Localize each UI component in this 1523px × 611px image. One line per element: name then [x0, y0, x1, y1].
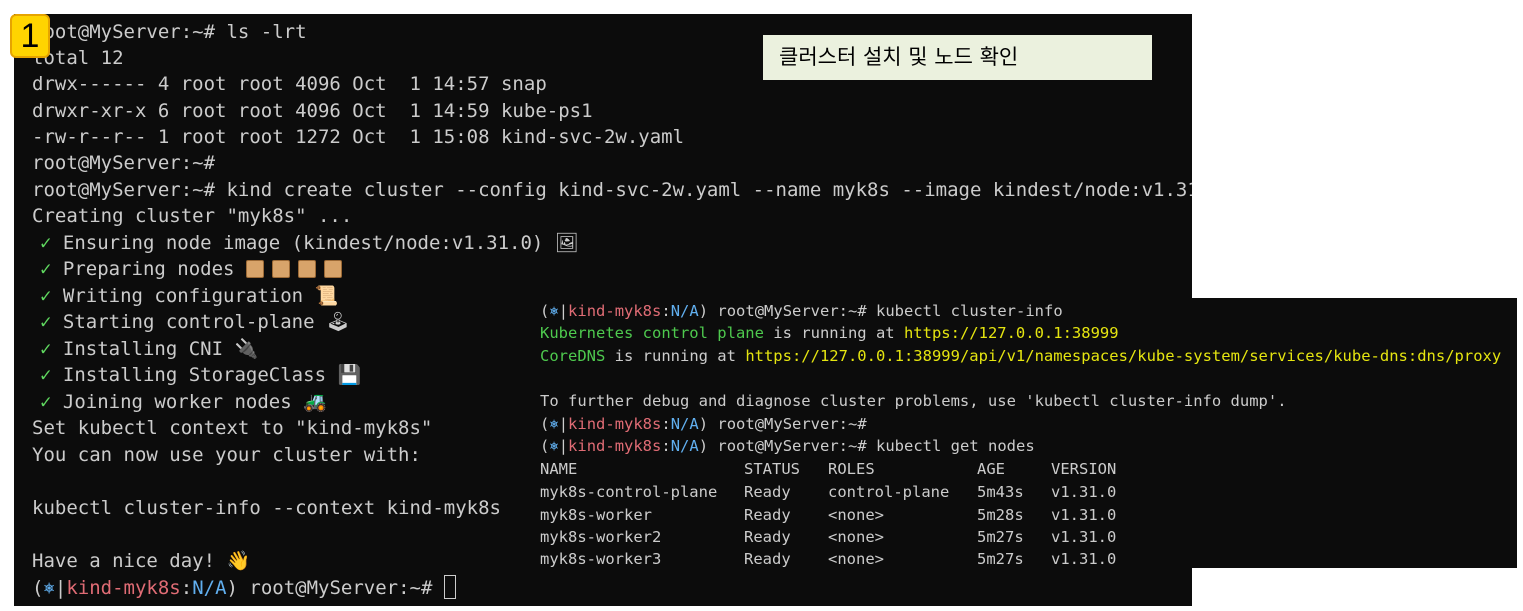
- floppy-disk-icon: 💾: [337, 364, 362, 386]
- terminal-line: Have a nice day! 👋: [32, 548, 250, 574]
- step-line: ✓ Writing configuration 📜: [40, 283, 338, 309]
- terminal-line: To further debug and diagnose cluster pr…: [540, 392, 1287, 410]
- command-text: kubectl cluster-info: [866, 302, 1063, 320]
- terminal-line: Creating cluster "myk8s" ...: [32, 205, 353, 227]
- terminal-line: root@MyServer:~# ls -lrt: [32, 21, 307, 43]
- terminal-line: root@MyServer:~#: [32, 152, 216, 174]
- kube-context: kind-myk8s: [568, 302, 662, 320]
- step-text: Installing StorageClass: [62, 364, 327, 386]
- kube-context: kind-myk8s: [568, 437, 662, 455]
- table-row: myk8s-control-plane Ready control-plane 5m4…: [540, 483, 1117, 501]
- check-icon: ✓: [40, 391, 52, 413]
- step-text: Ensuring node image (kindest/node:v1.31.…: [62, 232, 544, 254]
- kubernetes-icon: ⎈: [43, 577, 55, 599]
- joystick-icon: 🕹: [326, 311, 351, 333]
- waving-hand-icon: 👋: [226, 550, 251, 572]
- kube-context: kind-myk8s: [66, 577, 181, 599]
- terminal-line: kubectl cluster-info --context kind-myk8…: [32, 497, 501, 519]
- image-icon: 🖼: [554, 232, 579, 254]
- package-icon: [297, 260, 316, 278]
- terminal-window-overlay[interactable]: (⎈|kind-myk8s:N/A) root@MyServer:~# kube…: [529, 298, 1517, 568]
- terminal-line: drwx------ 4 root root 4096 Oct 1 14:57 …: [32, 73, 547, 95]
- step-line: ✓ Starting control-plane 🕹: [40, 309, 350, 335]
- check-icon: ✓: [40, 338, 52, 360]
- tractor-icon: 🚜: [303, 391, 327, 413]
- table-row: myk8s-worker3 Ready <none> 5m27s v1.31.0: [540, 550, 1117, 568]
- check-icon: ✓: [40, 364, 52, 386]
- shell-prompt: (⎈|kind-myk8s:N/A) root@MyServer:~# kube…: [540, 437, 1035, 455]
- terminal-line: You can now use your cluster with:: [32, 444, 421, 466]
- table-row: myk8s-worker2 Ready <none> 5m27s v1.31.0: [540, 528, 1117, 546]
- url-text: https://127.0.0.1:38999/api/v1/namespace…: [745, 347, 1502, 365]
- kube-namespace: N/A: [670, 415, 699, 433]
- step-line: ✓ Installing StorageClass 💾: [40, 362, 361, 388]
- command-text: kubectl get nodes: [866, 437, 1035, 455]
- step-line: ✓ Joining worker nodes 🚜: [40, 389, 327, 415]
- kube-namespace: N/A: [192, 577, 227, 599]
- check-icon: ✓: [40, 258, 52, 280]
- package-icon: [271, 260, 290, 278]
- terminal-line: drwxr-xr-x 6 root root 4096 Oct 1 14:59 …: [32, 100, 593, 122]
- kube-namespace: N/A: [670, 437, 699, 455]
- package-icon: [245, 260, 264, 278]
- terminal-line: Kubernetes control plane is running at h…: [540, 324, 1119, 342]
- bye-text: Have a nice day!: [32, 550, 216, 572]
- check-icon: ✓: [40, 311, 52, 333]
- shell-prompt[interactable]: (⎈|kind-myk8s:N/A) root@MyServer:~#: [32, 575, 456, 601]
- terminal-line: Set kubectl context to "kind-myk8s": [32, 417, 433, 439]
- shell-prompt: (⎈|kind-myk8s:N/A) root@MyServer:~# kube…: [540, 302, 1063, 320]
- step-text: Starting control-plane: [62, 311, 315, 333]
- url-text: https://127.0.0.1:38999: [903, 324, 1119, 342]
- kubernetes-icon: ⎈: [549, 415, 559, 433]
- check-icon: ✓: [40, 285, 52, 307]
- terminal-line: -rw-r--r-- 1 root root 1272 Oct 1 15:08 …: [32, 126, 685, 148]
- scroll-icon: 📜: [314, 285, 339, 307]
- kube-namespace: N/A: [670, 302, 699, 320]
- step-line: ✓ Preparing nodes: [40, 256, 350, 282]
- caption-label: 클러스터 설치 및 노드 확인: [763, 35, 1152, 80]
- terminal-line: root@MyServer:~# kind create cluster --c…: [32, 179, 1192, 201]
- kubernetes-icon: ⎈: [549, 302, 559, 320]
- text-cursor: [443, 575, 456, 599]
- terminal-line: CoreDNS is running at https://127.0.0.1:…: [540, 347, 1502, 365]
- step-number-badge: 1: [10, 14, 50, 58]
- plug-icon: 🔌: [234, 338, 259, 360]
- step-text: Joining worker nodes: [62, 391, 292, 413]
- table-row: myk8s-worker Ready <none> 5m28s v1.31.0: [540, 506, 1117, 524]
- kube-context: kind-myk8s: [568, 415, 662, 433]
- shell-prompt: (⎈|kind-myk8s:N/A) root@MyServer:~#: [540, 415, 867, 433]
- step-line: ✓ Ensuring node image (kindest/node:v1.3…: [40, 230, 579, 256]
- step-text: Preparing nodes: [62, 258, 235, 280]
- kubernetes-icon: ⎈: [549, 437, 559, 455]
- step-text: Writing configuration: [62, 285, 304, 307]
- check-icon: ✓: [40, 232, 52, 254]
- step-text: Installing CNI: [62, 338, 224, 360]
- package-icon: [323, 260, 342, 278]
- table-header: NAME STATUS ROLES AGE VERSION: [540, 460, 1117, 478]
- step-line: ✓ Installing CNI 🔌: [40, 336, 258, 362]
